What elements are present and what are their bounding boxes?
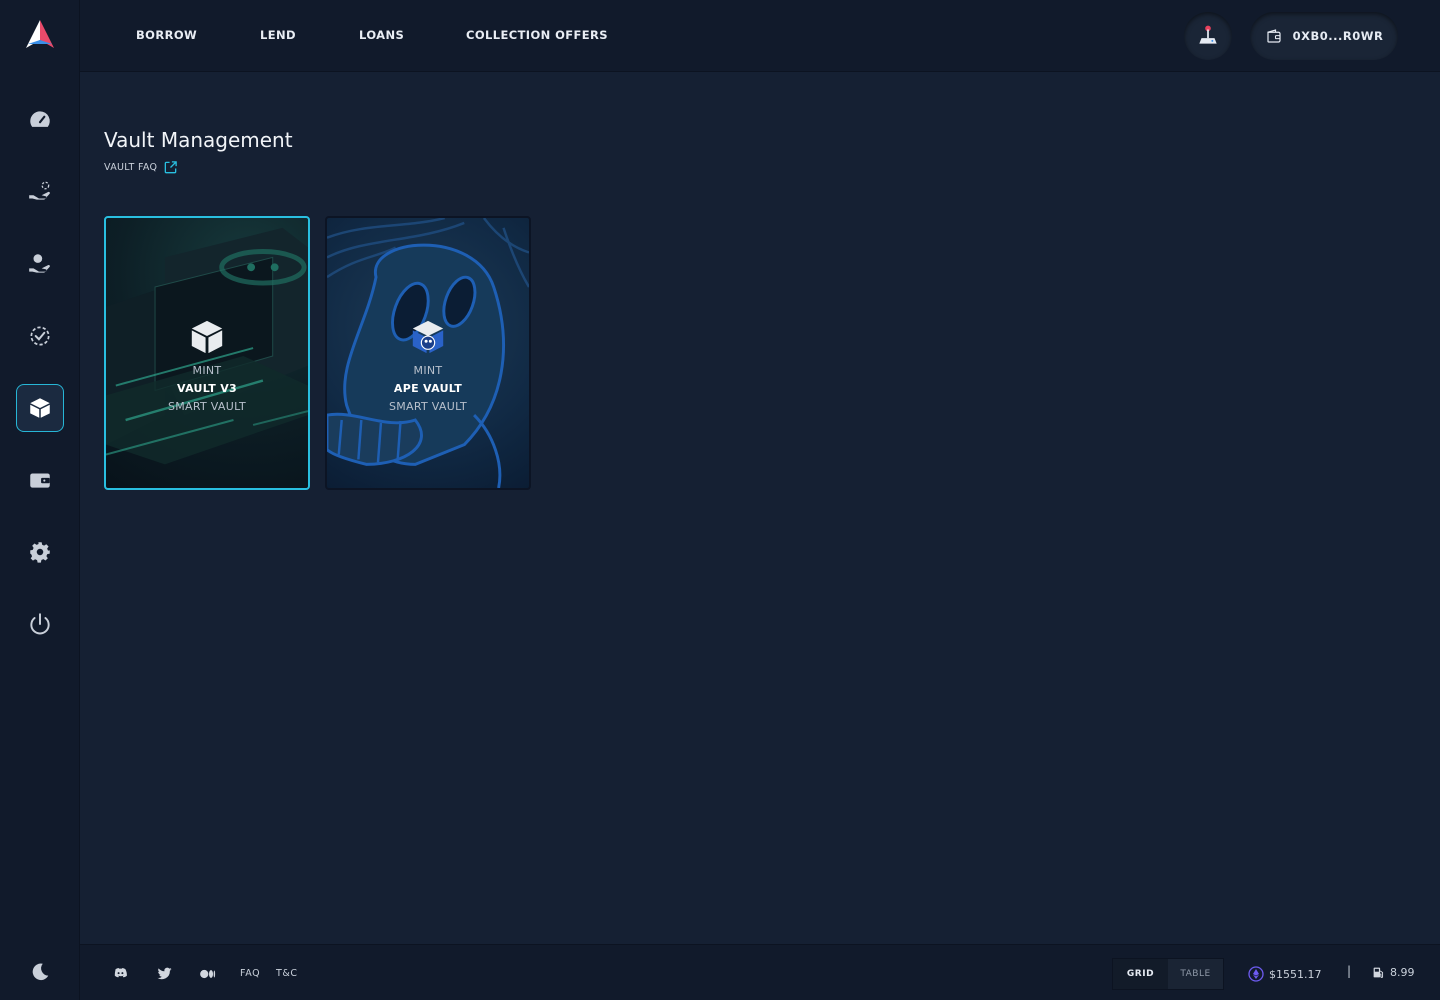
- top-navigation-bar: BORROW LEND LOANS COLLECTION OFFERS 0XB0…: [80, 0, 1440, 72]
- card-vault-type: SMART VAULT: [167, 400, 247, 413]
- view-mode-toggle: GRID TABLE: [1112, 958, 1224, 990]
- footer-bar: FAQ T&C GRID TABLE $1551.17 | 8.99: [80, 944, 1440, 1000]
- sidebar-item-logout[interactable]: [16, 600, 64, 648]
- sidebar-item-borrow[interactable]: [16, 168, 64, 216]
- card-action-label: MINT: [192, 364, 222, 377]
- vault-faq-link[interactable]: VAULT FAQ: [104, 160, 178, 175]
- gas-pump-icon: [1373, 967, 1384, 978]
- eth-price-indicator: $1551.17: [1248, 966, 1322, 982]
- card-vault-type: SMART VAULT: [388, 400, 468, 413]
- loans-clock-check-icon: [30, 326, 50, 346]
- footer-terms-link[interactable]: T&C: [276, 968, 298, 979]
- card-vault-name: APE VAULT: [393, 382, 463, 395]
- card-vault-name: VAULT V3: [177, 382, 237, 395]
- sidebar-item-vaults[interactable]: [16, 384, 64, 432]
- sidebar-item-lend[interactable]: [16, 240, 64, 288]
- gas-price-value: 8.99: [1390, 966, 1415, 979]
- power-icon: [30, 613, 50, 635]
- ape-vault-cube-icon: [412, 320, 444, 354]
- joystick-icon: [1199, 25, 1217, 44]
- moon-icon: [32, 963, 49, 981]
- theme-toggle-button[interactable]: [16, 948, 64, 996]
- gas-price-indicator: 8.99: [1372, 966, 1415, 979]
- borrow-hand-icon: [29, 181, 50, 200]
- ethereum-icon: [1248, 966, 1264, 982]
- sidebar-item-wallet[interactable]: [16, 456, 64, 504]
- nav-link-lend[interactable]: LEND: [260, 28, 296, 42]
- twitter-icon: [157, 967, 172, 980]
- dashboard-gauge-icon: [30, 111, 50, 127]
- eth-price-value: $1551.17: [1269, 967, 1322, 981]
- vault-cube-icon: [30, 398, 50, 418]
- mint-ape-vault-card[interactable]: MINT APE VAULT SMART VAULT: [325, 216, 531, 490]
- arcade-button[interactable]: [1184, 12, 1232, 60]
- wallet-address-button[interactable]: 0XB0...R0WR: [1250, 12, 1398, 60]
- wallet-address-label: 0XB0...R0WR: [1292, 29, 1384, 43]
- nav-link-collection-offers[interactable]: COLLECTION OFFERS: [466, 28, 608, 42]
- nav-link-loans[interactable]: LOANS: [359, 28, 404, 42]
- footer-separator: |: [1347, 964, 1352, 978]
- vault-cube-icon: [191, 320, 223, 354]
- wallet-icon: [1267, 29, 1281, 43]
- vault-faq-label: VAULT FAQ: [104, 162, 158, 173]
- twitter-link[interactable]: [156, 965, 173, 986]
- sidebar-item-settings[interactable]: [16, 528, 64, 576]
- page-title: Vault Management: [104, 128, 293, 152]
- footer-faq-link[interactable]: FAQ: [240, 968, 260, 979]
- medium-icon: [200, 969, 216, 979]
- card-action-label: MINT: [413, 364, 443, 377]
- sidebar: [0, 0, 80, 1000]
- sidebar-item-loans[interactable]: [16, 312, 64, 360]
- discord-icon: [114, 967, 127, 978]
- medium-link[interactable]: [199, 965, 217, 987]
- mint-vault-v3-card[interactable]: MINT VAULT V3 SMART VAULT: [104, 216, 310, 490]
- table-view-button[interactable]: TABLE: [1168, 959, 1223, 989]
- lend-hand-icon: [29, 254, 50, 273]
- nav-link-borrow[interactable]: BORROW: [136, 28, 197, 42]
- sidebar-item-dashboard[interactable]: [16, 96, 64, 144]
- discord-link[interactable]: [112, 965, 129, 986]
- wallet-icon: [30, 473, 50, 488]
- settings-gear-icon: [30, 542, 50, 563]
- app-logo[interactable]: [22, 18, 58, 52]
- grid-view-button[interactable]: GRID: [1113, 959, 1168, 989]
- external-link-icon: [164, 161, 178, 174]
